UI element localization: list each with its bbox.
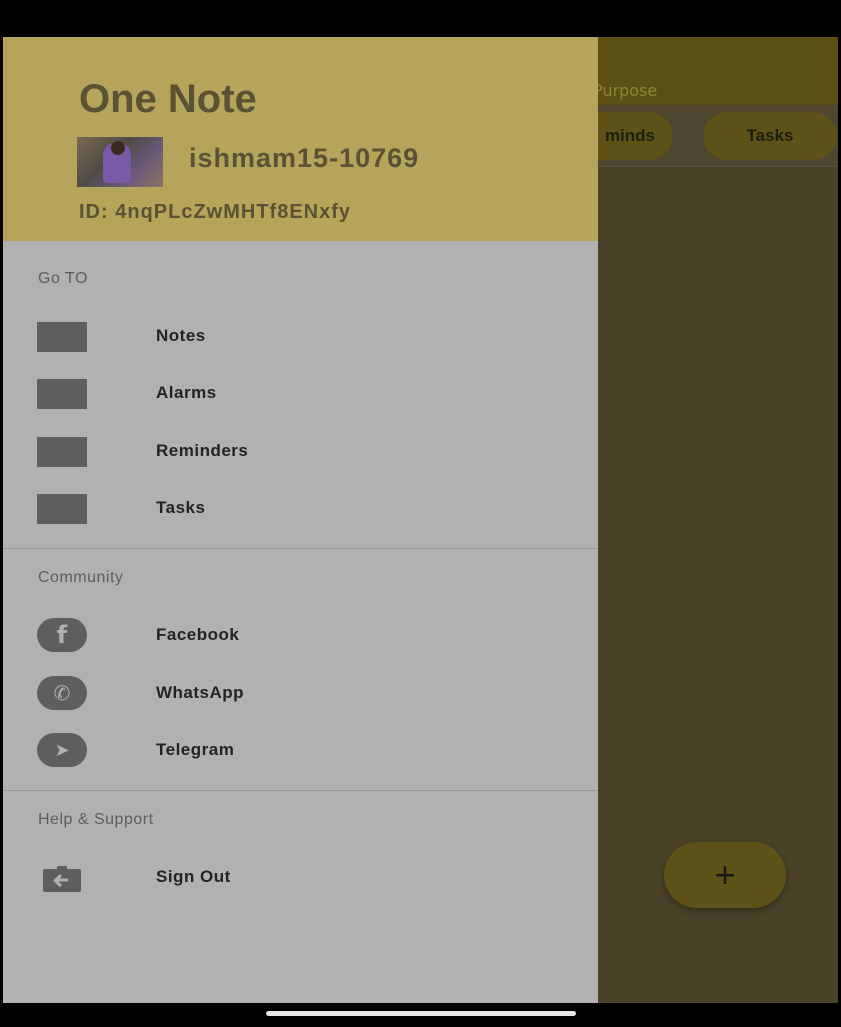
menu-item-alarms[interactable]: Alarms [3,368,598,420]
menu-item-whatsapp[interactable]: ✆ WhatsApp [3,668,598,720]
menu-item-telegram[interactable]: ➤ Telegram [3,725,598,777]
menu-item-tasks[interactable]: Tasks [3,483,598,535]
menu-item-sign-out[interactable]: Sign Out [3,852,598,904]
tab-tasks[interactable]: Tasks [703,112,837,160]
tasks-icon [37,494,87,524]
reminders-icon [37,437,87,467]
home-gesture-handle[interactable] [266,1011,576,1016]
whatsapp-icon: ✆ [37,676,87,710]
menu-item-label: Reminders [156,441,249,460]
menu-item-label: WhatsApp [156,683,245,702]
telegram-icon: ➤ [37,733,87,767]
add-fab-button[interactable]: + [664,842,786,908]
app-header-text: Purpose [593,81,658,100]
app-title: One Note [79,77,257,121]
sign-out-icon [43,866,81,892]
drawer-header: One Note ishmam15-10769 ID: 4nqPLcZwMHTf… [3,37,598,241]
section-title-help: Help & Support [38,811,154,828]
username: ishmam15-10769 [189,143,420,173]
menu-item-label: Alarms [156,383,217,402]
menu-item-label: Telegram [156,740,235,759]
alarms-icon [37,379,87,409]
section-title-community: Community [38,569,124,586]
menu-item-label: Sign Out [156,867,231,886]
status-bar [0,0,841,37]
avatar [77,137,163,187]
avatar-head [111,141,125,155]
menu-item-label: Tasks [156,498,206,517]
user-id: ID: 4nqPLcZwMHTf8ENxfy [79,201,352,223]
facebook-icon: f [37,618,87,652]
section-title-goto: Go TO [38,270,88,287]
menu-item-facebook[interactable]: f Facebook [3,610,598,662]
menu-item-label: Facebook [156,625,240,644]
divider [3,790,598,791]
navigation-drawer: One Note ishmam15-10769 ID: 4nqPLcZwMHTf… [3,37,598,1003]
phone-screen: Purpose minds Tasks + One Note ishmam15-… [0,0,841,1027]
divider [3,548,598,549]
menu-item-label: Notes [156,326,206,345]
notes-icon [37,322,87,352]
menu-item-notes[interactable]: Notes [3,311,598,363]
system-nav-bar [0,1003,841,1027]
menu-item-reminders[interactable]: Reminders [3,426,598,478]
